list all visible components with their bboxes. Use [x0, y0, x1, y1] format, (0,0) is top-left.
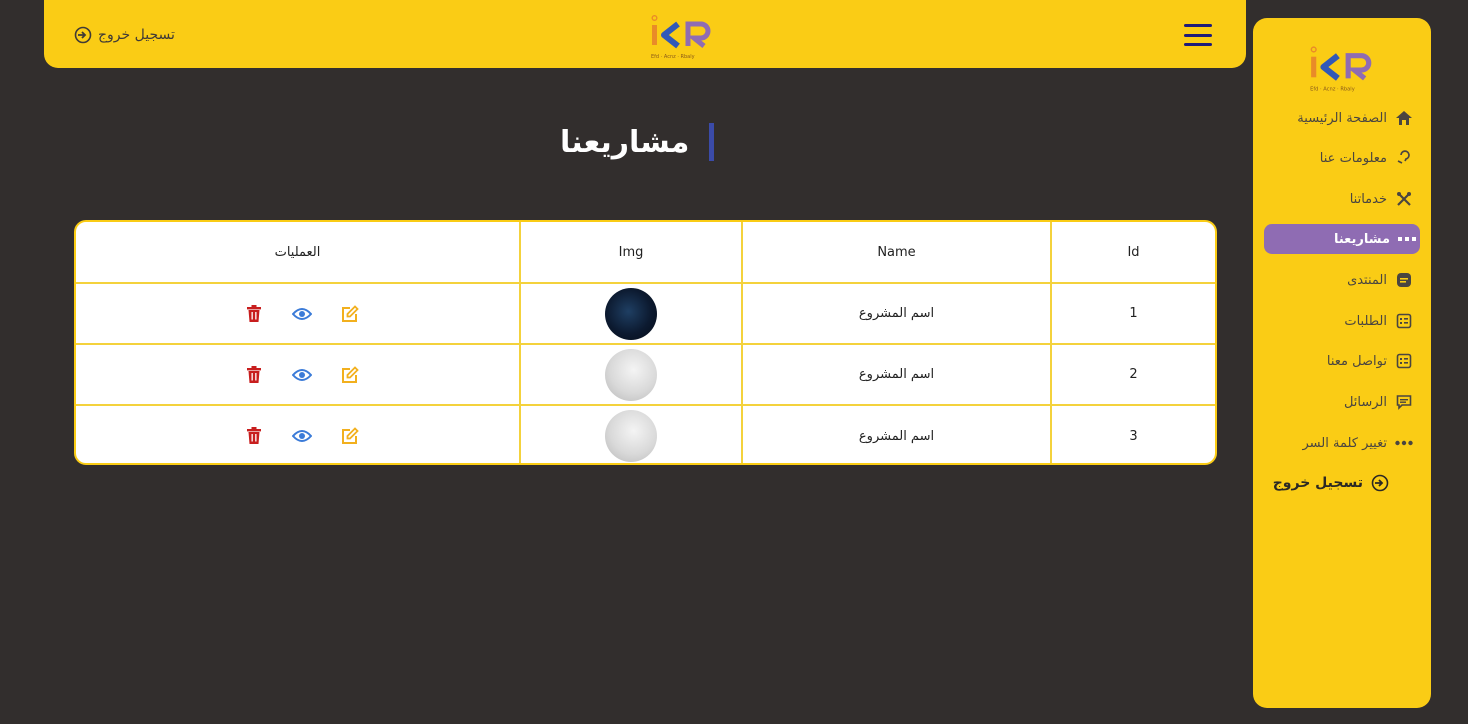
menu-toggle[interactable] — [1184, 24, 1212, 46]
trash-icon — [246, 304, 261, 322]
edit-icon — [341, 365, 359, 383]
sidebar-item-label: معلومات عنا — [1319, 150, 1387, 166]
cell-img — [519, 282, 743, 345]
title-accent-bar — [709, 123, 715, 161]
table-row: 3 اسم المشروع — [76, 404, 1215, 463]
page-heading: مشاريعنا — [560, 122, 715, 162]
contact-icon — [1395, 352, 1413, 370]
sidebar-item-label: تغيير كلمة السر — [1302, 435, 1388, 451]
svg-text:Efd · Acnz · Rbaly: Efd · Acnz · Rbaly — [1310, 87, 1355, 93]
sidebar-item-change-password[interactable]: تغيير كلمة السر — [1303, 428, 1418, 458]
logout-label: تسجيل خروج — [98, 27, 175, 43]
dots-icon — [1398, 230, 1416, 248]
sidebar-item-services[interactable]: خدماتنا — [1350, 184, 1417, 214]
project-image[interactable] — [605, 410, 657, 462]
sidebar-item-messages[interactable]: الرسائل — [1344, 387, 1417, 417]
list-icon — [1395, 312, 1413, 330]
svg-text:Efd · Acnz · Rbaly: Efd · Acnz · Rbaly — [651, 54, 695, 60]
cell-operations — [76, 343, 521, 406]
page-title: مشاريعنا — [560, 124, 690, 160]
home-icon — [1395, 109, 1413, 127]
sidebar-logo: Efd · Acnz · Rbaly — [1310, 46, 1372, 93]
sidebar-item-orders[interactable]: الطلبات — [1344, 306, 1417, 336]
tools-icon — [1395, 190, 1413, 208]
sidebar-item-about[interactable]: معلومات عنا — [1320, 143, 1417, 173]
book-icon — [1395, 271, 1413, 289]
hamburger-line — [1184, 43, 1212, 46]
table-row: 1 اسم المشروع — [76, 282, 1215, 345]
table-row: 2 اسم المشروع — [76, 343, 1215, 406]
cell-name: اسم المشروع — [741, 343, 1052, 406]
project-image[interactable] — [605, 348, 657, 401]
eye-icon — [291, 368, 312, 381]
delete-button[interactable] — [244, 304, 264, 324]
header-name: Name — [741, 222, 1052, 284]
logo: Efd · Acnz · Rbaly — [651, 14, 711, 60]
logout-icon — [74, 26, 92, 44]
sidebar-item-label: خدماتنا — [1349, 191, 1387, 207]
top-bar: تسجيل خروج Efd · Acnz · Rbaly — [44, 0, 1246, 68]
sidebar-logout-label: تسجيل خروج — [1272, 475, 1363, 491]
view-button[interactable] — [291, 426, 312, 446]
delete-button[interactable] — [244, 365, 264, 385]
question-icon — [1395, 149, 1413, 167]
sidebar-item-label: مشاريعنا — [1333, 231, 1390, 247]
sidebar-item-label: الطلبات — [1344, 313, 1387, 329]
sidebar-item-contact[interactable]: تواصل معنا — [1327, 346, 1417, 376]
edit-button[interactable] — [340, 365, 360, 385]
cell-img — [519, 404, 743, 463]
project-image[interactable] — [605, 287, 657, 340]
sidebar-item-label: المنتدى — [1347, 272, 1387, 288]
view-button[interactable] — [291, 365, 312, 385]
sidebar: Efd · Acnz · Rbaly الصفحة الرئيسية معلوم… — [1253, 18, 1431, 708]
sidebar-item-label: الصفحة الرئيسية — [1297, 110, 1387, 126]
sidebar-item-label: تواصل معنا — [1326, 353, 1387, 369]
logout-link[interactable]: تسجيل خروج — [74, 24, 175, 46]
edit-button[interactable] — [340, 304, 360, 324]
header-operations: العمليات — [76, 222, 521, 284]
sidebar-logout[interactable]: تسجيل خروج — [1273, 468, 1393, 498]
header-img: Img — [519, 222, 743, 284]
edit-icon — [341, 427, 359, 444]
message-icon — [1395, 393, 1413, 411]
eye-icon — [291, 307, 312, 320]
delete-button[interactable] — [244, 426, 264, 446]
hamburger-line — [1184, 24, 1212, 27]
sidebar-item-label: الرسائل — [1343, 394, 1387, 410]
trash-icon — [246, 365, 261, 383]
sidebar-item-home[interactable]: الصفحة الرئيسية — [1297, 103, 1417, 133]
cell-operations — [76, 404, 521, 463]
cell-id: 2 — [1050, 343, 1215, 406]
cell-name: اسم المشروع — [741, 282, 1052, 345]
edit-button[interactable] — [340, 426, 360, 446]
logout-icon — [1371, 474, 1389, 492]
sidebar-item-forum[interactable]: المنتدى — [1347, 265, 1417, 295]
view-button[interactable] — [291, 304, 312, 324]
edit-icon — [341, 304, 359, 322]
header-id: Id — [1050, 222, 1215, 284]
projects-table: Id Name Img العمليات 1 اسم المشروع 2 اسم… — [74, 220, 1217, 465]
hamburger-line — [1184, 33, 1212, 37]
trash-icon — [246, 427, 261, 444]
sidebar-item-projects[interactable]: مشاريعنا — [1264, 224, 1420, 254]
cell-operations — [76, 282, 521, 345]
eye-icon — [291, 430, 312, 442]
cell-id: 1 — [1050, 282, 1215, 345]
cell-id: 3 — [1050, 404, 1215, 463]
cell-img — [519, 343, 743, 406]
password-icon — [1395, 434, 1413, 452]
cell-name: اسم المشروع — [741, 404, 1052, 463]
table-header-row: Id Name Img العمليات — [76, 222, 1215, 284]
